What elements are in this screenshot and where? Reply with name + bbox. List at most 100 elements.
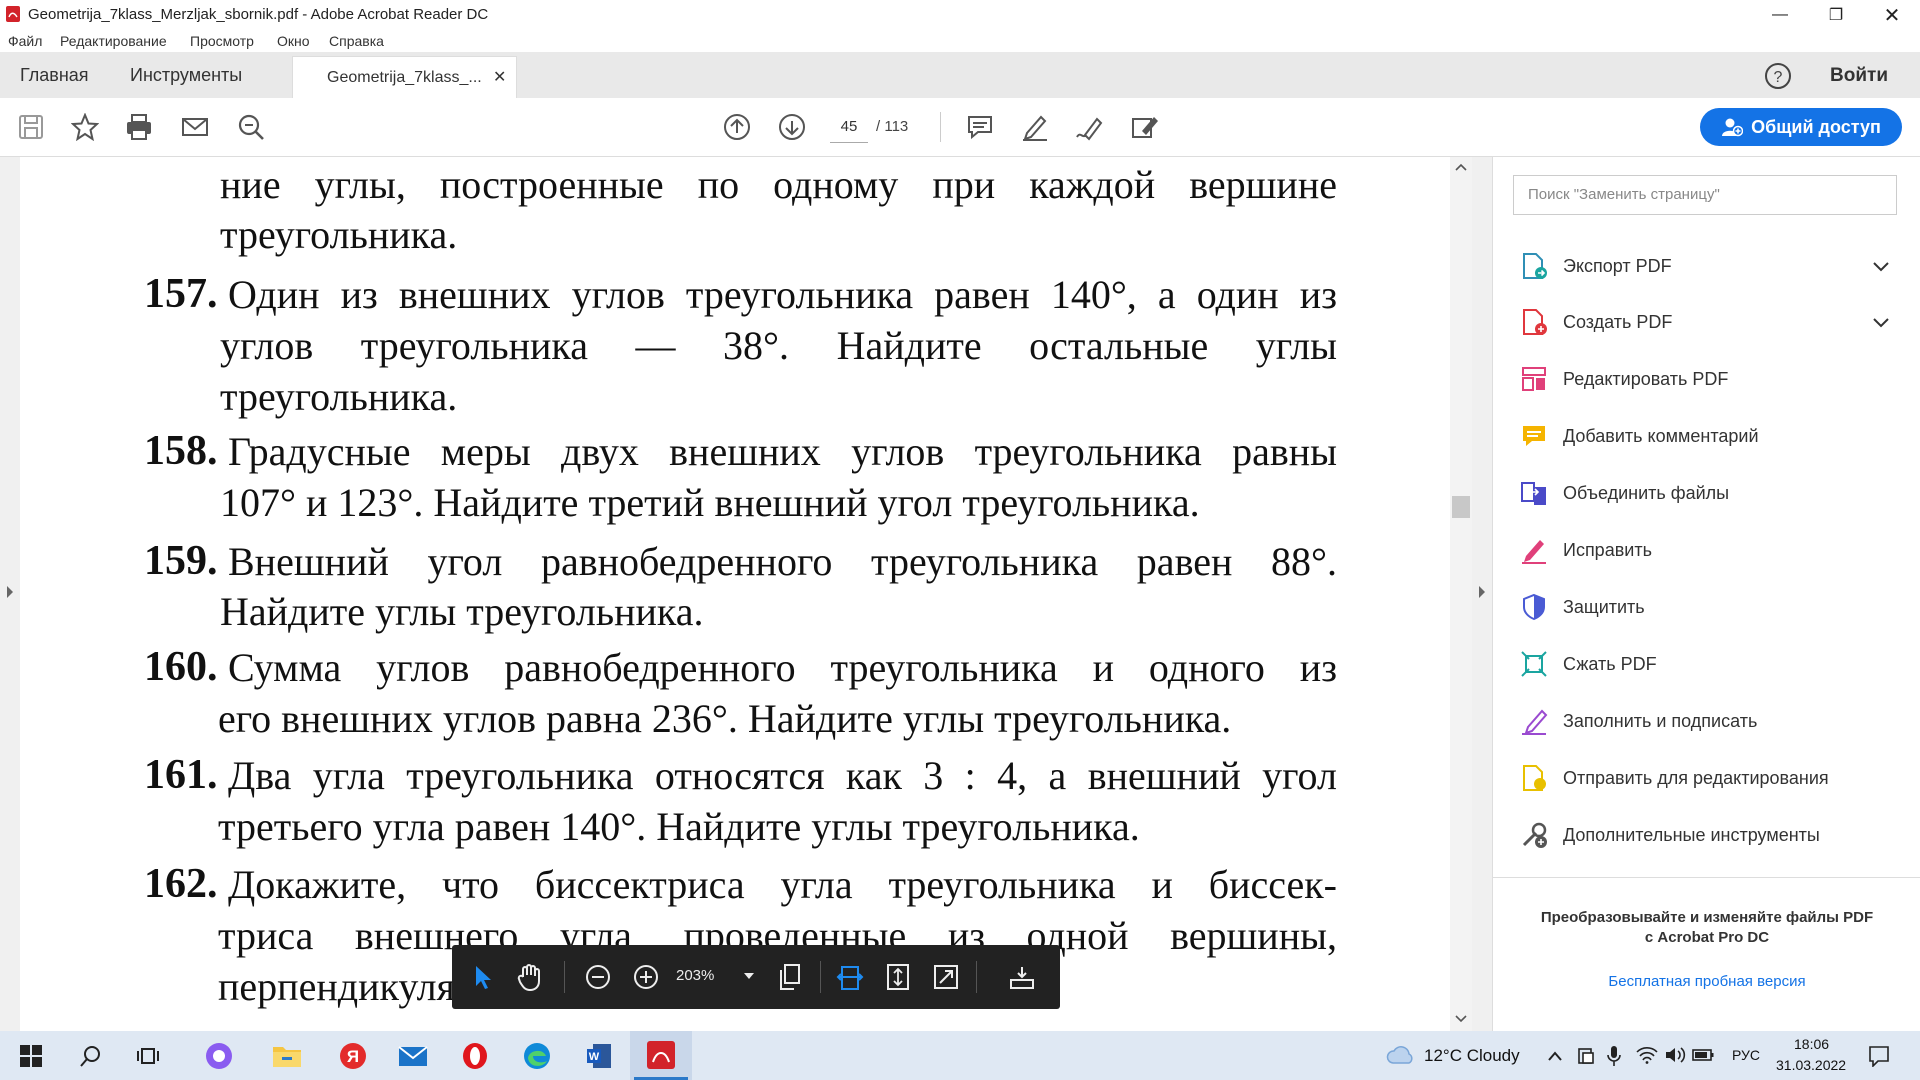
tool-label: Редактировать PDF [1563, 368, 1729, 389]
help-icon[interactable]: ? [1764, 62, 1792, 90]
expand-left-icon [7, 586, 13, 598]
page-number-input[interactable]: 45 [830, 112, 868, 143]
fill-sign-icon [1519, 706, 1549, 736]
scroll-down-icon[interactable] [1455, 1015, 1467, 1023]
tab-tools[interactable]: Инструменты [130, 52, 242, 98]
tool-export-pdf[interactable]: Экспорт PDF [1519, 249, 1907, 283]
battery-icon[interactable] [1692, 1049, 1714, 1061]
left-panel-toggle[interactable] [0, 157, 20, 1031]
tool-fill-sign[interactable]: Заполнить и подписать [1519, 704, 1757, 738]
menu-file[interactable]: Файл [8, 33, 42, 49]
fit-width-icon[interactable] [832, 959, 868, 995]
yandex-browser-icon[interactable]: Я [336, 1039, 370, 1073]
tools-search-input[interactable]: Поиск "Заменить страницу" [1513, 175, 1897, 215]
share-button[interactable]: Общий доступ [1700, 108, 1902, 146]
close-tab-icon[interactable]: ✕ [493, 67, 506, 87]
doc-line: Внешний угол равнобедренного треугольник… [228, 539, 1337, 584]
file-explorer-icon[interactable] [270, 1039, 304, 1073]
zoom-search-icon[interactable] [236, 112, 266, 142]
hand-tool-icon[interactable] [512, 959, 548, 995]
tool-label: Экспорт PDF [1563, 255, 1672, 276]
vertical-scrollbar[interactable] [1450, 157, 1472, 1031]
weather-text[interactable]: 12°C Cloudy [1424, 1046, 1520, 1066]
highlight-pen-icon[interactable] [1020, 112, 1050, 142]
full-screen-icon[interactable] [928, 959, 964, 995]
svg-text:Я: Я [347, 1047, 359, 1066]
print-icon[interactable] [124, 112, 154, 142]
maximize-button[interactable]: ❐ [1808, 0, 1864, 30]
bookmark-star-icon[interactable] [70, 112, 100, 142]
menu-view[interactable]: Просмотр [190, 33, 254, 49]
show-hidden-icons-chevron-icon[interactable] [1548, 1051, 1562, 1061]
email-icon[interactable] [180, 112, 210, 142]
free-trial-link[interactable]: Бесплатная пробная версия [1493, 973, 1920, 990]
microphone-icon[interactable] [1606, 1045, 1622, 1067]
tool-combine-files[interactable]: Объединить файлы [1519, 476, 1729, 510]
svg-text:?: ? [1774, 69, 1783, 86]
zoom-level-select[interactable]: 203% [676, 967, 714, 984]
close-window-button[interactable]: ✕ [1864, 0, 1920, 30]
doc-line: третьего угла равен 140°. Найдите углы т… [218, 804, 1140, 849]
tool-send-for-review[interactable]: Отправить для редактирования [1519, 761, 1829, 795]
chevron-down-icon[interactable] [1873, 312, 1889, 333]
doc-line: треугольника. [220, 212, 458, 257]
windows-start-icon[interactable] [14, 1039, 48, 1073]
previous-page-icon[interactable] [722, 112, 752, 142]
floating-page-toolbar: 203% [452, 945, 1060, 1009]
opera-browser-icon[interactable] [458, 1039, 492, 1073]
notifications-icon[interactable] [1868, 1045, 1890, 1067]
panel-divider [1493, 877, 1920, 878]
tab-document[interactable]: Geometrija_7klass_... ✕ [292, 56, 517, 99]
problem-number: 160. [144, 644, 218, 690]
document-view[interactable]: ние углы, построенные по одному при кажд… [20, 157, 1450, 1031]
menu-edit[interactable]: Редактирование [60, 33, 167, 49]
scroll-up-icon[interactable] [1455, 163, 1467, 171]
taskbar-search-icon[interactable] [74, 1039, 108, 1073]
save-icon[interactable] [16, 112, 46, 142]
tool-compress-pdf[interactable]: Сжать PDF [1519, 647, 1657, 681]
signin-button[interactable]: Войти [1830, 65, 1888, 87]
task-view-icon[interactable] [132, 1039, 166, 1073]
chevron-down-icon[interactable] [1873, 256, 1889, 277]
tool-protect[interactable]: Защитить [1519, 590, 1645, 624]
wifi-icon[interactable] [1636, 1046, 1658, 1064]
input-language[interactable]: РУС [1732, 1047, 1760, 1063]
zoom-in-icon[interactable] [628, 959, 664, 995]
next-page-icon[interactable] [777, 112, 807, 142]
device-icon[interactable] [1576, 1046, 1596, 1066]
mail-app-icon[interactable] [396, 1039, 430, 1073]
floatbar-divider [976, 961, 977, 993]
word-app-icon[interactable]: W [582, 1039, 616, 1073]
tool-create-pdf[interactable]: Создать PDF [1519, 305, 1907, 339]
minimize-button[interactable]: — [1752, 0, 1808, 30]
sign-pen-icon[interactable] [1075, 112, 1105, 142]
tool-label: Сжать PDF [1563, 653, 1657, 674]
send-review-icon [1519, 763, 1549, 793]
fit-page-icon[interactable] [880, 959, 916, 995]
menu-window[interactable]: Окно [277, 33, 310, 49]
comment-tool-icon[interactable] [965, 112, 995, 142]
clock-date[interactable]: 31.03.2022 [1776, 1057, 1846, 1073]
svg-text:W: W [589, 1051, 600, 1063]
tool-add-comment[interactable]: Добавить комментарий [1519, 419, 1759, 453]
more-tools-pen-icon[interactable] [1130, 112, 1160, 142]
scrollbar-thumb[interactable] [1452, 496, 1470, 518]
zoom-out-icon[interactable] [580, 959, 616, 995]
volume-icon[interactable] [1664, 1046, 1686, 1064]
zoom-dropdown-icon[interactable] [744, 973, 754, 979]
tab-home[interactable]: Главная [20, 52, 89, 98]
tool-more-tools[interactable]: Дополнительные инструменты [1519, 818, 1820, 852]
clock-time[interactable]: 18:06 [1794, 1036, 1829, 1052]
edge-browser-icon[interactable] [520, 1039, 554, 1073]
export-pdf-icon [1519, 251, 1549, 281]
tab-bar: Главная Инструменты Geometrija_7klass_..… [0, 52, 1920, 99]
cortana-app-icon[interactable] [202, 1039, 236, 1073]
tool-redact[interactable]: Исправить [1519, 533, 1652, 567]
menu-help[interactable]: Справка [329, 33, 384, 49]
read-mode-icon[interactable] [1004, 959, 1040, 995]
select-cursor-icon[interactable] [466, 959, 502, 995]
right-panel-toggle[interactable] [1472, 157, 1492, 1031]
acrobat-taskbar-active[interactable] [630, 1031, 692, 1080]
tool-edit-pdf[interactable]: Редактировать PDF [1519, 362, 1728, 396]
page-display-icon[interactable] [772, 959, 808, 995]
